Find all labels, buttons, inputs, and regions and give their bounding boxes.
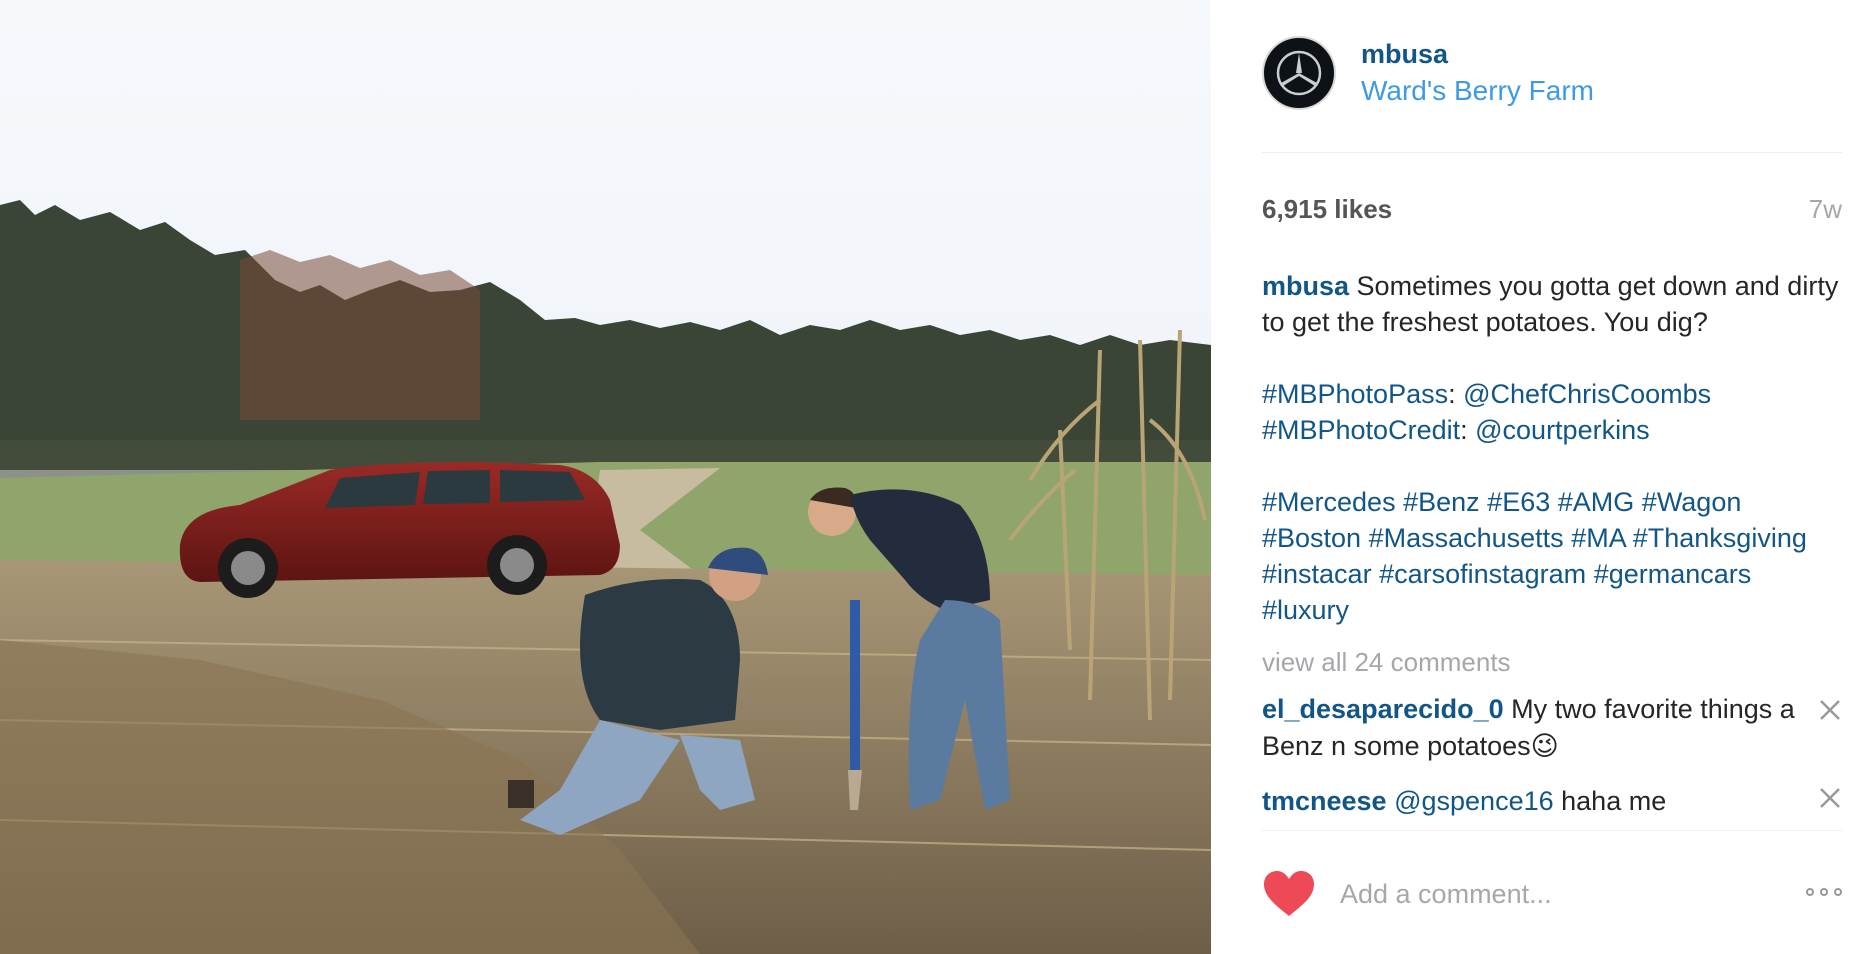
- hashtag-link[interactable]: #Boston: [1262, 523, 1361, 553]
- caption-text: Sometimes you gotta get down and dirty t…: [1262, 271, 1839, 337]
- hashtag-link[interactable]: #AMG: [1558, 487, 1635, 517]
- hashtag-link[interactable]: #Wagon: [1642, 487, 1742, 517]
- post-timestamp[interactable]: 7w: [1809, 194, 1842, 225]
- more-options-icon[interactable]: [1806, 888, 1842, 896]
- heart-icon[interactable]: [1262, 870, 1316, 918]
- comment-item: tmcneese @gspence16 haha me: [1262, 783, 1822, 820]
- mercedes-star-icon: [1276, 50, 1322, 96]
- instagram-post: mbusa Ward's Berry Farm 6,915 likes 7w m…: [0, 0, 1864, 954]
- comment-mention-link[interactable]: @gspence16: [1394, 786, 1554, 816]
- hashtag-link[interactable]: #luxury: [1262, 595, 1349, 625]
- hashtag-link[interactable]: #Benz: [1403, 487, 1480, 517]
- close-icon[interactable]: [1818, 698, 1842, 722]
- post-sidebar: mbusa Ward's Berry Farm 6,915 likes 7w m…: [1211, 0, 1864, 954]
- comment-username-link[interactable]: el_desaparecido_0: [1262, 694, 1504, 724]
- comment-item: el_desaparecido_0 My two favorite things…: [1262, 691, 1822, 765]
- hashtag-link[interactable]: #germancars: [1594, 559, 1752, 589]
- hashtag-link[interactable]: #Thanksgiving: [1633, 523, 1807, 553]
- photo-credit-lines: #MBPhotoPass: @ChefChrisCoombs #MBPhotoCr…: [1262, 379, 1712, 445]
- caption-username-link[interactable]: mbusa: [1262, 271, 1349, 301]
- post-header: mbusa Ward's Berry Farm: [1262, 36, 1842, 114]
- close-icon[interactable]: [1818, 786, 1842, 810]
- location-link[interactable]: Ward's Berry Farm: [1361, 75, 1594, 107]
- view-all-comments-link[interactable]: view all 24 comments: [1262, 647, 1511, 678]
- header-divider: [1262, 152, 1842, 153]
- hashtag-link[interactable]: #MBPhotoPass: [1262, 379, 1448, 409]
- mention-link[interactable]: @ChefChrisCoombs: [1463, 379, 1711, 409]
- farm-scene-image: [0, 0, 1211, 954]
- post-caption: mbusa Sometimes you gotta get down and d…: [1262, 268, 1842, 628]
- hashtag-link[interactable]: #instacar: [1262, 559, 1372, 589]
- comment-username-link[interactable]: tmcneese: [1262, 786, 1387, 816]
- comments-divider: [1262, 830, 1842, 831]
- hashtag-link[interactable]: #carsofinstagram: [1379, 559, 1586, 589]
- avatar[interactable]: [1262, 36, 1336, 110]
- add-comment-input[interactable]: [1338, 868, 1762, 920]
- caption-text-block: mbusa Sometimes you gotta get down and d…: [1262, 268, 1842, 340]
- hashtag-list: #Mercedes #Benz #E63 #AMG #Wagon #Boston…: [1262, 484, 1842, 628]
- hashtag-link[interactable]: #MBPhotoCredit: [1262, 415, 1460, 445]
- hashtag-link[interactable]: #MA: [1571, 523, 1625, 553]
- comment-text: haha me: [1561, 786, 1667, 816]
- hashtag-link[interactable]: #E63: [1487, 487, 1550, 517]
- hashtag-link[interactable]: #Massachusetts: [1369, 523, 1564, 553]
- hashtag-link[interactable]: #Mercedes: [1262, 487, 1396, 517]
- author-username-link[interactable]: mbusa: [1361, 39, 1448, 70]
- likes-count[interactable]: 6,915 likes: [1262, 194, 1392, 225]
- mention-link[interactable]: @courtperkins: [1475, 415, 1649, 445]
- post-photo[interactable]: [0, 0, 1211, 954]
